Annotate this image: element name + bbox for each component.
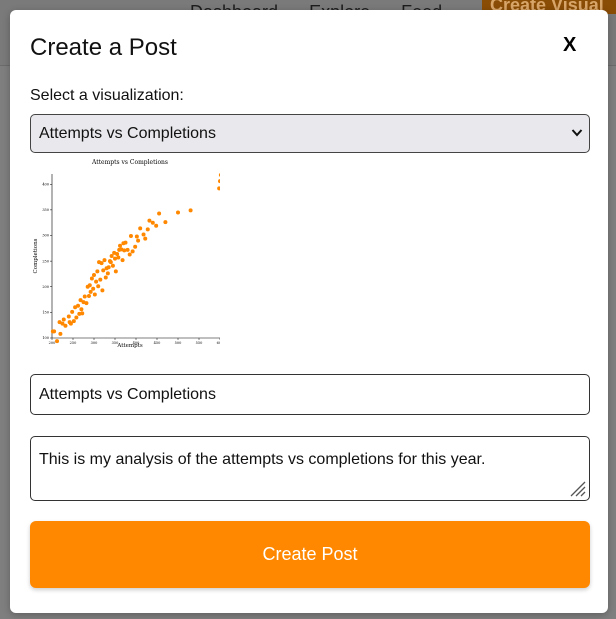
visualization-select[interactable]: Attempts vs Completions bbox=[30, 114, 590, 153]
data-point bbox=[87, 283, 92, 288]
data-point bbox=[143, 236, 148, 241]
data-point bbox=[217, 186, 222, 191]
x-tick-label: 550 bbox=[196, 341, 203, 345]
data-point bbox=[116, 255, 121, 260]
data-point bbox=[102, 258, 107, 263]
data-point bbox=[150, 220, 155, 225]
chevron-down-icon bbox=[571, 115, 583, 167]
data-point bbox=[76, 303, 81, 308]
data-point bbox=[79, 307, 84, 312]
data-point bbox=[118, 243, 123, 248]
data-point bbox=[91, 286, 96, 291]
data-point bbox=[188, 208, 193, 213]
create-post-modal: Create a Post X Select a visualization: … bbox=[10, 10, 608, 613]
y-axis-label: Completions bbox=[33, 238, 39, 273]
data-point bbox=[157, 211, 162, 216]
x-tick-label: 250 bbox=[70, 341, 77, 345]
modal-title: Create a Post bbox=[30, 34, 177, 61]
x-tick-label: 600 bbox=[217, 341, 220, 345]
data-point bbox=[128, 234, 133, 239]
data-point bbox=[136, 238, 141, 243]
y-tick-label: 100 bbox=[42, 336, 49, 340]
data-point bbox=[100, 288, 105, 293]
data-point bbox=[110, 263, 115, 268]
data-point bbox=[127, 252, 132, 257]
post-title-input[interactable]: Attempts vs Completions bbox=[30, 374, 590, 415]
data-point bbox=[115, 251, 120, 256]
y-tick-label: 350 bbox=[42, 208, 49, 212]
x-tick-label: 500 bbox=[175, 341, 182, 345]
data-point bbox=[94, 279, 99, 284]
data-point bbox=[84, 301, 89, 306]
data-point bbox=[61, 317, 66, 322]
data-point bbox=[92, 292, 97, 297]
data-point bbox=[88, 289, 93, 294]
visualization-select-value: Attempts vs Completions bbox=[39, 125, 216, 142]
y-tick-label: 400 bbox=[42, 182, 49, 186]
data-point bbox=[138, 226, 143, 231]
data-point bbox=[82, 294, 87, 299]
x-tick-label: 300 bbox=[91, 341, 98, 345]
data-point bbox=[133, 244, 138, 249]
data-point bbox=[98, 277, 103, 282]
data-point bbox=[176, 210, 180, 215]
data-point bbox=[120, 258, 125, 263]
data-point bbox=[113, 269, 118, 274]
x-tick-label: 200 bbox=[49, 341, 56, 345]
data-point bbox=[101, 268, 106, 273]
data-point bbox=[125, 247, 130, 252]
data-point bbox=[109, 254, 114, 258]
x-tick-label: 450 bbox=[154, 341, 161, 345]
visualization-preview: Attempts vs Completions 200 250 300 350 400 45… bbox=[30, 158, 223, 350]
post-description-text: This is my analysis of the attempts vs c… bbox=[39, 451, 486, 468]
data-point bbox=[141, 232, 146, 237]
data-point bbox=[71, 319, 76, 324]
data-point bbox=[218, 179, 222, 184]
data-point bbox=[55, 339, 60, 344]
data-point bbox=[96, 284, 101, 289]
data-point bbox=[80, 311, 85, 316]
data-point bbox=[145, 227, 150, 232]
chart-title: Attempts vs Completions bbox=[91, 159, 168, 166]
data-point bbox=[108, 260, 113, 265]
data-point bbox=[134, 234, 139, 239]
close-button[interactable]: X bbox=[563, 34, 576, 57]
y-tick-label: 150 bbox=[42, 311, 49, 315]
data-point bbox=[147, 218, 152, 223]
data-point bbox=[130, 249, 135, 254]
resize-handle-icon[interactable] bbox=[565, 476, 587, 498]
data-point bbox=[163, 220, 168, 225]
x-axis-label: Attempts bbox=[116, 343, 142, 349]
data-point bbox=[103, 275, 108, 280]
data-point bbox=[63, 323, 68, 328]
data-point bbox=[66, 314, 71, 319]
data-point bbox=[95, 269, 100, 274]
data-point bbox=[86, 293, 91, 298]
data-point bbox=[52, 329, 57, 334]
data-point bbox=[106, 265, 111, 270]
data-point bbox=[74, 315, 79, 320]
y-tick-label: 250 bbox=[42, 259, 49, 263]
scatter-chart: Attempts vs Completions 200 250 300 350 400 45… bbox=[33, 159, 223, 349]
data-point bbox=[154, 223, 159, 228]
data-point bbox=[123, 240, 128, 245]
data-point bbox=[89, 276, 94, 281]
data-point bbox=[92, 272, 96, 277]
data-point bbox=[105, 271, 110, 276]
post-description-textarea[interactable]: This is my analysis of the attempts vs c… bbox=[30, 436, 590, 501]
data-point bbox=[58, 331, 63, 336]
y-tick-label: 200 bbox=[42, 285, 49, 289]
data-point bbox=[99, 261, 104, 266]
data-point bbox=[122, 248, 127, 253]
create-post-button[interactable]: Create Post bbox=[30, 521, 590, 588]
y-tick-label: 300 bbox=[42, 234, 49, 238]
visualization-select-label: Select a visualization: bbox=[30, 87, 184, 104]
data-point bbox=[70, 309, 75, 314]
data-point bbox=[218, 173, 223, 178]
